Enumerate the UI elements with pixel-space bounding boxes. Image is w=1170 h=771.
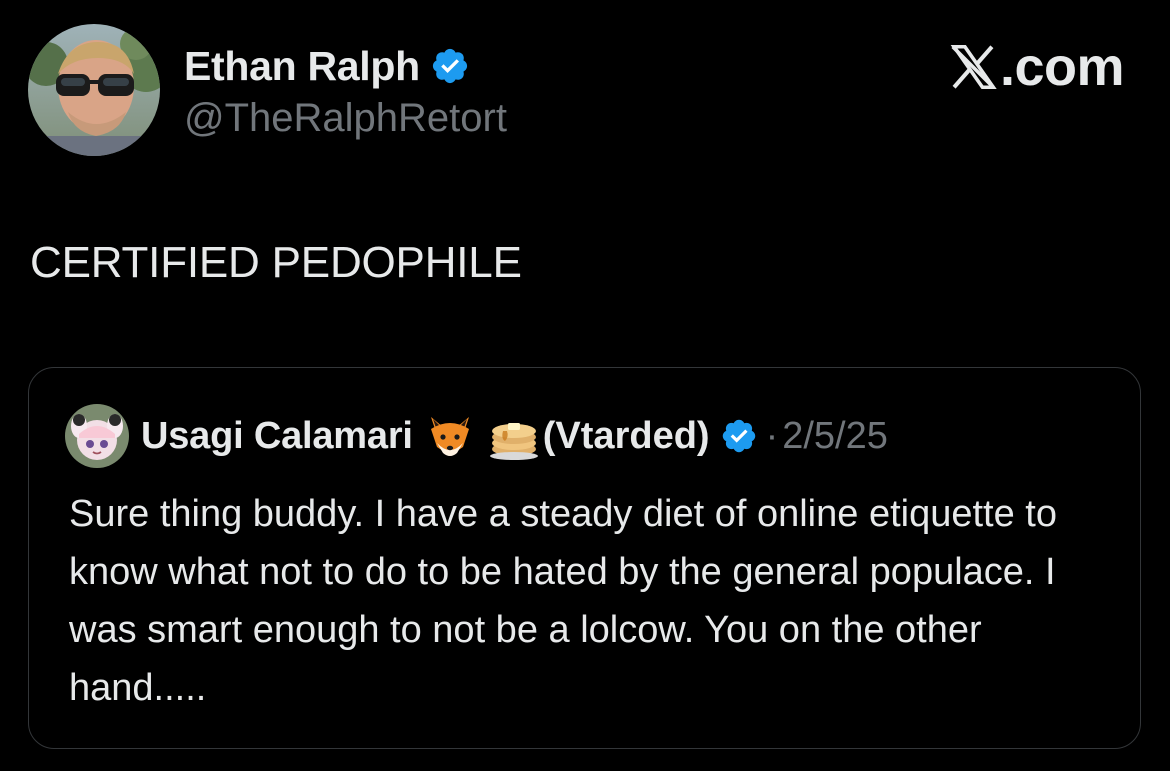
author-avatar[interactable] xyxy=(28,24,160,156)
pancakes-emoji-icon xyxy=(487,409,541,463)
author-handle[interactable]: @TheRalphRetort xyxy=(184,96,507,141)
quoted-author-avatar[interactable] xyxy=(65,404,129,468)
author-info: Ethan Ralph @TheRalphRetort xyxy=(184,40,507,141)
quoted-post-date[interactable]: 2/5/25 xyxy=(782,415,888,458)
quoted-post-body: Sure thing buddy. I have a steady diet o… xyxy=(69,493,1057,709)
post-header: Ethan Ralph @TheRalphRetort .com xyxy=(28,24,1148,158)
post-text: CERTIFIED PEDOPHILE xyxy=(30,238,522,287)
author-display-name[interactable]: Ethan Ralph xyxy=(184,43,420,90)
brand-text: .com xyxy=(999,37,1125,97)
x-logo-icon xyxy=(950,44,997,90)
quoted-verified-badge-icon[interactable] xyxy=(720,417,758,455)
quoted-post-separator: · xyxy=(765,414,779,457)
fox-emoji-icon xyxy=(423,409,477,463)
quoted-author-name-suffix: (Vtarded) xyxy=(542,414,710,457)
quoted-post-card[interactable]: Usagi Calamari (Vtarded) · 2/5/25 Sure t… xyxy=(28,367,1141,749)
brand-logo: .com xyxy=(946,36,1125,98)
author-name-row: Ethan Ralph xyxy=(184,40,507,92)
verified-badge-icon[interactable] xyxy=(430,46,470,86)
quoted-author-name[interactable]: Usagi Calamari xyxy=(141,415,413,458)
quoted-post-header: Usagi Calamari (Vtarded) · 2/5/25 xyxy=(65,404,888,468)
